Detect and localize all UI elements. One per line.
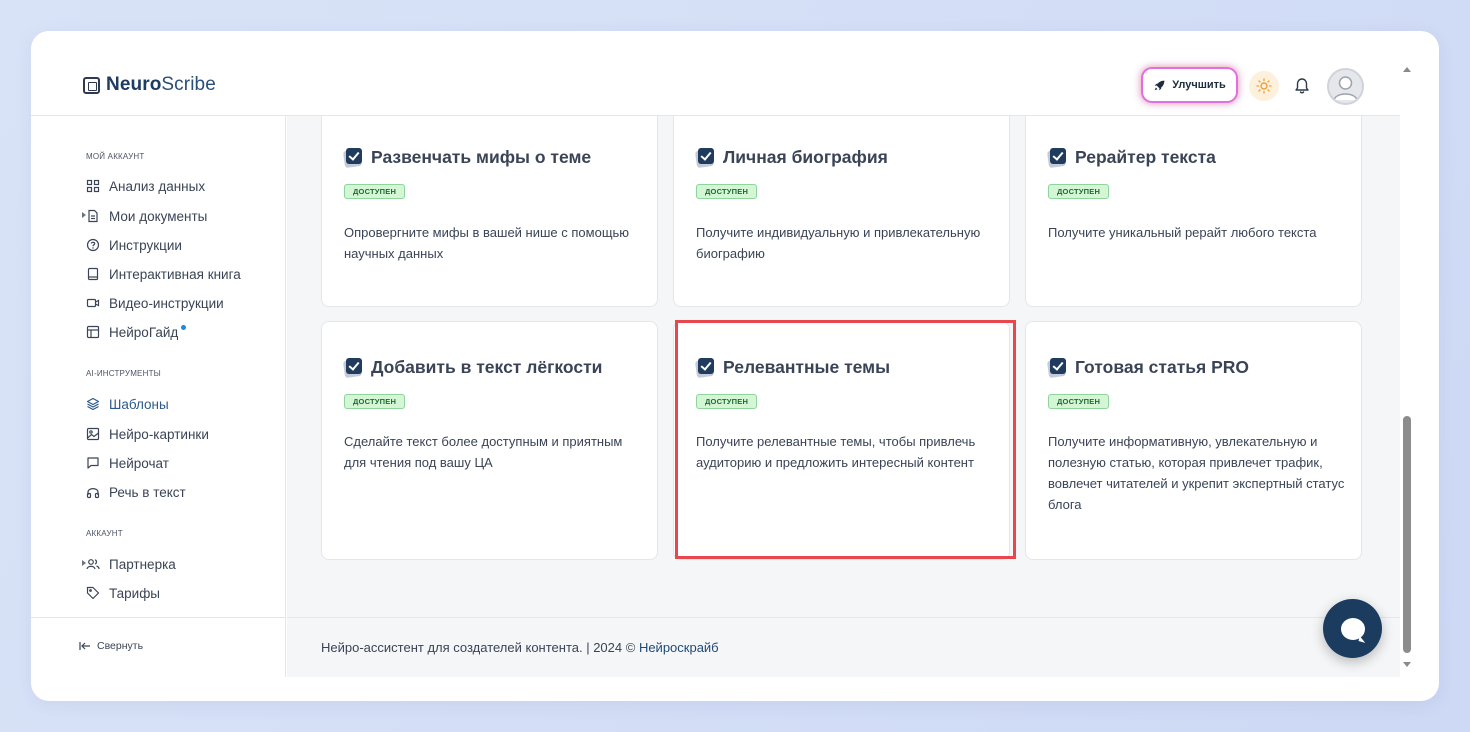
template-card[interactable]: Рерайтер текста ДОСТУПЕН Получите уникал… xyxy=(1025,116,1362,307)
rocket-icon xyxy=(1154,80,1165,90)
sidebar-item-analytics[interactable]: Анализ данных xyxy=(86,176,205,196)
sidebar-item-label: Мои документы xyxy=(109,208,208,224)
checkbox-icon xyxy=(342,358,363,379)
document-icon xyxy=(88,209,98,223)
chat-bubble-icon xyxy=(1340,617,1365,640)
footer-text: Нейро-ассистент для создателей контента.… xyxy=(321,640,719,655)
user-icon xyxy=(1333,76,1358,101)
collapse-label: Свернуть xyxy=(97,640,144,652)
sidebar-item-neuroguide[interactable]: НейроГайд xyxy=(86,322,187,342)
vertical-scrollbar[interactable] xyxy=(1400,59,1414,677)
section-title-account: АККАУНТ xyxy=(86,529,123,538)
headphones-icon xyxy=(86,488,100,499)
checkbox-icon xyxy=(694,358,715,379)
grid-icon xyxy=(86,179,100,193)
footer-brand-link[interactable]: Нейроскрайб xyxy=(639,640,719,655)
checkbox-icon xyxy=(694,148,715,169)
checkbox-icon xyxy=(1046,358,1067,379)
book-icon xyxy=(87,267,99,281)
help-circle-icon xyxy=(86,238,100,252)
status-badge: ДОСТУПЕН xyxy=(344,394,406,409)
sidebar-item-label: Тарифы xyxy=(109,585,161,601)
support-chat-button[interactable] xyxy=(1323,599,1382,658)
card-title: Развенчать мифы о теме xyxy=(342,147,591,169)
image-icon xyxy=(86,427,100,441)
new-indicator-dot xyxy=(181,325,187,330)
user-avatar[interactable] xyxy=(1327,68,1364,105)
card-title: Рерайтер текста xyxy=(1046,147,1216,169)
theme-toggle-button[interactable] xyxy=(1249,71,1279,101)
layout-icon xyxy=(86,325,100,339)
template-card[interactable]: Добавить в текст лёгкости ДОСТУПЕН Сдела… xyxy=(321,321,658,560)
card-description: Получите уникальный рерайт любого текста xyxy=(1048,225,1317,240)
card-description: Опровергните мифы в вашей нише с помощью… xyxy=(344,225,630,261)
sidebar-item-label: Анализ данных xyxy=(109,178,206,194)
chat-icon xyxy=(87,457,99,469)
checkbox-icon xyxy=(342,148,363,169)
status-badge: ДОСТУПЕН xyxy=(1048,184,1110,199)
collapse-arrow-icon xyxy=(79,642,90,650)
sidebar-item-label: Интерактивная книга xyxy=(109,266,241,282)
sidebar-item-label: Партнерка xyxy=(109,556,176,572)
sidebar-item-label: Нейро-картинки xyxy=(109,426,209,442)
upgrade-label: Улучшить xyxy=(1172,79,1226,91)
sidebar-item-tariffs[interactable]: Тарифы xyxy=(86,583,160,603)
section-title-my-account: МОЙ АККАУНТ xyxy=(86,152,145,161)
status-badge: ДОСТУПЕН xyxy=(696,184,758,199)
card-title: Добавить в текст лёгкости xyxy=(342,357,602,379)
scroll-up-arrow-icon[interactable] xyxy=(1403,67,1411,72)
status-badge: ДОСТУПЕН xyxy=(696,394,758,409)
sidebar-item-instructions[interactable]: Инструкции xyxy=(86,235,182,255)
sidebar-item-label: Шаблоны xyxy=(109,396,169,412)
status-badge: ДОСТУПЕН xyxy=(344,184,406,199)
card-description: Получите индивидуальную и привлекательну… xyxy=(696,225,981,261)
section-title-ai-tools: AI-ИНСТРУМЕНТЫ xyxy=(86,369,161,378)
template-card[interactable]: Готовая статья PRO ДОСТУПЕН Получите инф… xyxy=(1025,321,1362,560)
sidebar-item-templates[interactable]: Шаблоны xyxy=(86,394,169,414)
logo-icon xyxy=(83,76,100,94)
sidebar-item-label: НейроГайд xyxy=(109,324,179,340)
card-title: Личная биография xyxy=(694,147,888,169)
video-icon xyxy=(86,298,100,308)
collapse-sidebar-button[interactable]: Свернуть xyxy=(79,640,143,652)
sidebar-item-chat[interactable]: Нейрочат xyxy=(86,453,169,473)
template-card[interactable]: Развенчать мифы о теме ДОСТУПЕН Опроверг… xyxy=(321,116,658,307)
logo-text: NeuroScribe xyxy=(106,74,216,95)
sidebar-item-book[interactable]: Интерактивная книга xyxy=(86,264,241,284)
upgrade-button[interactable]: Улучшить xyxy=(1143,69,1236,101)
card-description: Получите информативную, увлекательную и … xyxy=(1048,434,1345,512)
sidebar-item-label: Инструкции xyxy=(109,237,182,253)
sidebar-item-label: Речь в текст xyxy=(109,484,186,500)
top-header: NeuroScribe Улучшить xyxy=(31,31,1400,116)
page-footer: Нейро-ассистент для создателей контента.… xyxy=(287,617,1400,677)
card-title: Готовая статья PRO xyxy=(1046,357,1249,379)
sidebar-item-label: Видео-инструкции xyxy=(109,295,224,311)
template-card-selected[interactable]: Релевантные темы ДОСТУПЕН Получите релев… xyxy=(673,321,1010,560)
scroll-down-arrow-icon[interactable] xyxy=(1403,662,1411,667)
tag-icon xyxy=(86,586,100,600)
logo[interactable]: NeuroScribe xyxy=(83,74,216,96)
app-window: NeuroScribe Улучшить МОЙ АККАУНТ Анализ … xyxy=(31,31,1439,701)
notifications-button[interactable] xyxy=(1289,71,1315,101)
layers-icon xyxy=(86,397,100,411)
card-description: Получите релевантные темы, чтобы привлеч… xyxy=(696,434,976,470)
sidebar-item-label: Нейрочат xyxy=(109,455,169,471)
sidebar-item-video[interactable]: Видео-инструкции xyxy=(86,293,224,313)
scrollbar-thumb[interactable] xyxy=(1403,416,1411,653)
bell-icon xyxy=(1295,78,1309,94)
templates-grid: Развенчать мифы о теме ДОСТУПЕН Опроверг… xyxy=(287,116,1400,617)
users-icon xyxy=(86,559,100,570)
sidebar-item-images[interactable]: Нейро-картинки xyxy=(86,424,209,444)
card-description: Сделайте текст более доступным и приятны… xyxy=(344,434,623,470)
sidebar-item-speech-to-text[interactable]: Речь в текст xyxy=(86,482,186,502)
checkbox-icon xyxy=(1046,148,1067,169)
sun-icon xyxy=(1256,78,1272,94)
card-title: Релевантные темы xyxy=(694,357,890,379)
sidebar-item-partners[interactable]: Партнерка xyxy=(86,554,176,574)
sidebar: МОЙ АККАУНТ Анализ данных Мои документы … xyxy=(31,116,286,617)
template-card[interactable]: Личная биография ДОСТУПЕН Получите индив… xyxy=(673,116,1010,307)
sidebar-item-documents[interactable]: Мои документы xyxy=(86,206,207,226)
sidebar-footer: Свернуть xyxy=(31,617,286,677)
status-badge: ДОСТУПЕН xyxy=(1048,394,1110,409)
